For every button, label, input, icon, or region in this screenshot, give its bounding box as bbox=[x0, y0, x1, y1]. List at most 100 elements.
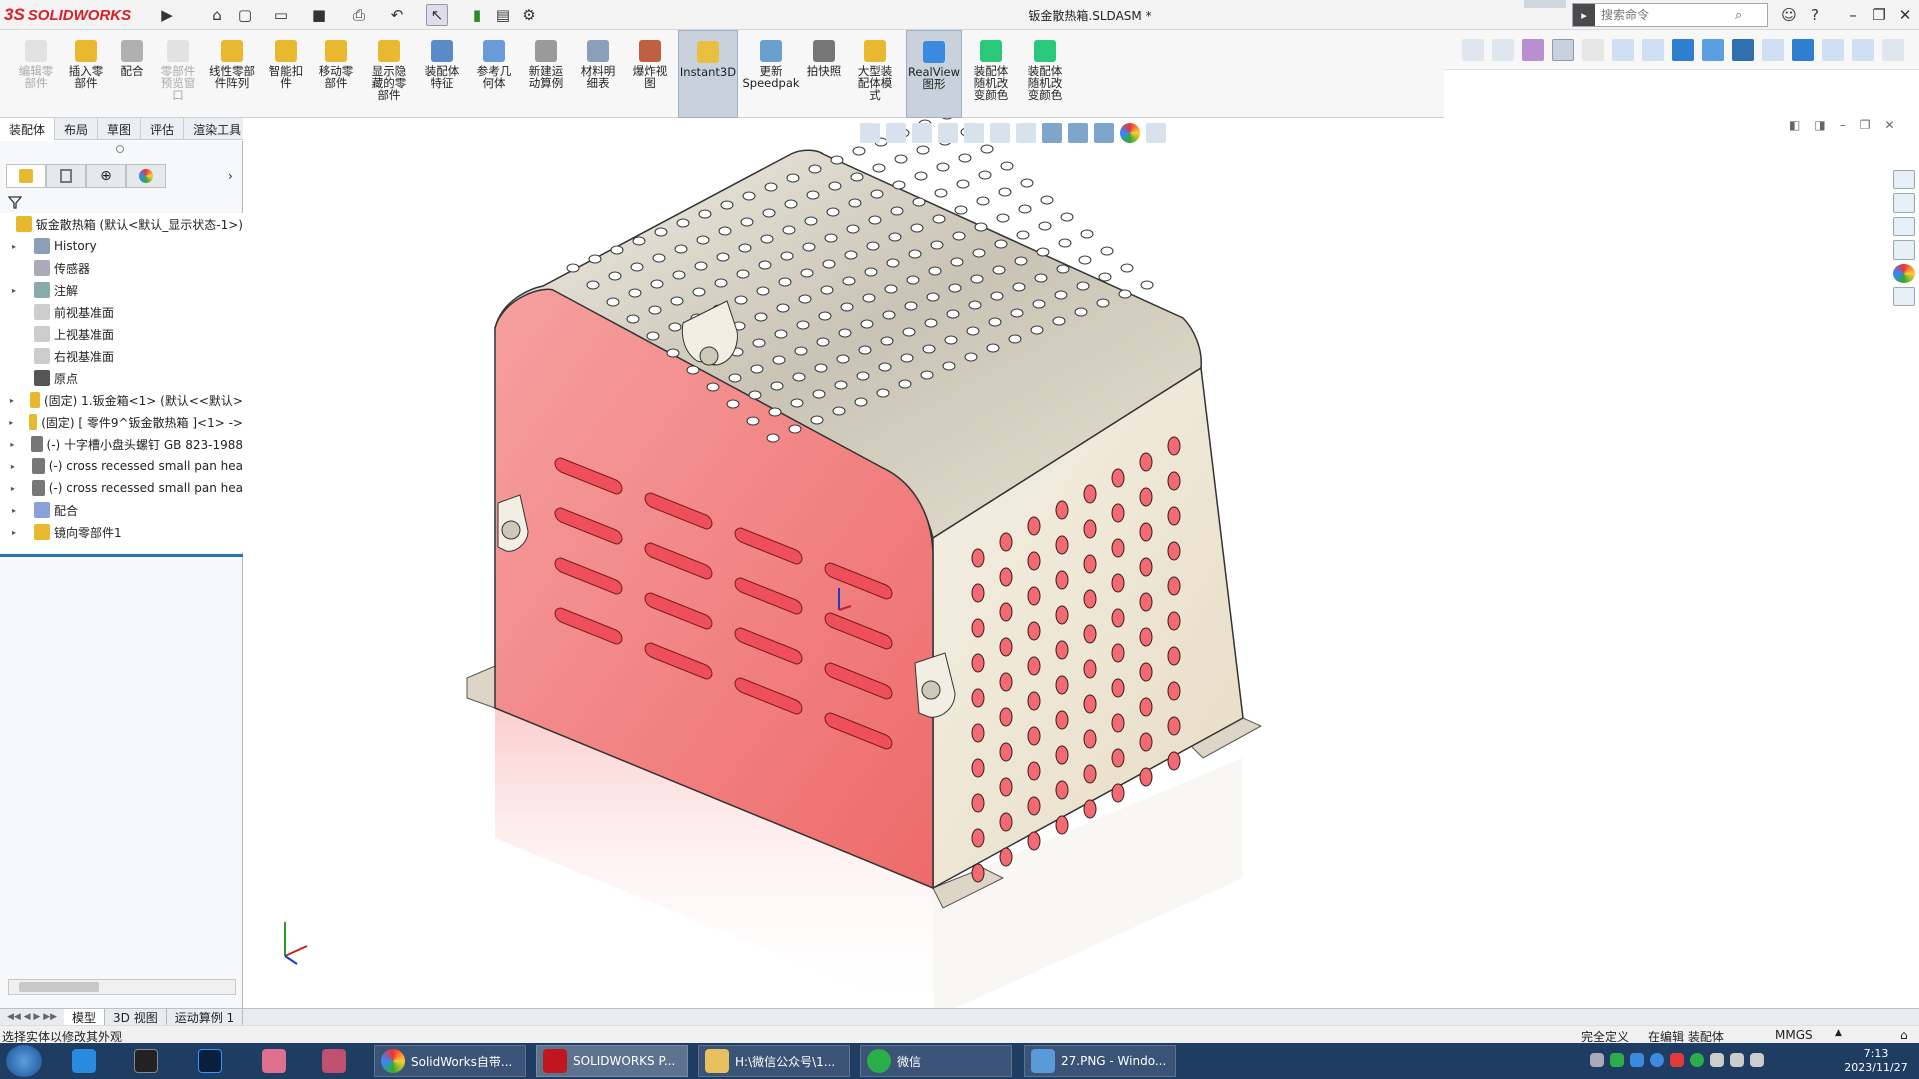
filter-edges-icon[interactable] bbox=[1492, 38, 1514, 61]
user-icon[interactable]: ☺ bbox=[1778, 4, 1800, 26]
ribbon-button-19[interactable]: 装配体 随机改 变颜色 bbox=[1020, 30, 1070, 118]
ribbon-button-5[interactable]: 智能扣 件 bbox=[264, 30, 308, 118]
view-orientation-icon[interactable] bbox=[990, 123, 1010, 143]
tab-1[interactable]: 布局 bbox=[55, 118, 99, 140]
tree-item[interactable]: 传感器 bbox=[0, 257, 243, 279]
scroll-thumb[interactable] bbox=[19, 982, 99, 992]
expand-arrow-icon[interactable]: ▸ bbox=[8, 440, 17, 449]
solidworks-resources-icon[interactable] bbox=[1893, 170, 1915, 190]
tab-0[interactable]: 装配体 bbox=[0, 118, 56, 140]
filter-faces-icon[interactable] bbox=[1522, 38, 1544, 61]
tree-filter-icon[interactable] bbox=[8, 193, 30, 211]
ribbon-button-16[interactable]: 大型装 配体模 式 bbox=[848, 30, 902, 118]
zoom-to-fit-icon[interactable] bbox=[860, 123, 880, 143]
curve-icon[interactable] bbox=[1762, 38, 1784, 61]
tree-item[interactable]: 右视基准面 bbox=[0, 345, 243, 367]
units-chevron-icon[interactable]: ▲ bbox=[1835, 1028, 1842, 1038]
hide-show-items-icon[interactable] bbox=[1042, 123, 1062, 143]
select-tool-icon[interactable] bbox=[1552, 38, 1574, 61]
ribbon-button-1[interactable]: 插入零 部件 bbox=[64, 30, 108, 118]
sketch-point-icon[interactable] bbox=[1822, 38, 1844, 61]
close-icon[interactable]: ✕ bbox=[1894, 4, 1916, 26]
tree-horizontal-scrollbar[interactable] bbox=[8, 979, 236, 995]
action-center-icon[interactable] bbox=[1750, 1053, 1764, 1067]
viewport-next-icon[interactable]: ◨ bbox=[1814, 118, 1825, 136]
tab-2[interactable]: 草图 bbox=[98, 118, 142, 140]
start-button-icon[interactable] bbox=[6, 1045, 42, 1077]
minimize-icon[interactable]: – bbox=[1842, 4, 1864, 26]
apply-scene-icon[interactable] bbox=[1094, 123, 1114, 143]
panel-more-chevron-icon[interactable]: › bbox=[228, 169, 233, 183]
body-icon[interactable] bbox=[1732, 38, 1754, 61]
file-explorer-icon[interactable] bbox=[1893, 216, 1915, 237]
taskbar-app-explorer[interactable]: H:\微信公众号\1... bbox=[698, 1045, 850, 1077]
custom-properties-icon[interactable] bbox=[1893, 286, 1915, 306]
tree-item[interactable]: ▸ (-) cross recessed small pan hea bbox=[0, 477, 243, 499]
display-pane-icon[interactable] bbox=[1146, 123, 1166, 143]
model-tab-2[interactable]: 运动算例 1 bbox=[167, 1008, 244, 1026]
ribbon-button-8[interactable]: 装配体 特征 bbox=[418, 30, 466, 118]
tree-item[interactable]: ▸ (固定) 1.钣金箱<1> (默认<<默认> bbox=[0, 389, 243, 411]
volume-icon[interactable] bbox=[1730, 1053, 1744, 1067]
expand-arrow-icon[interactable]: ▸ bbox=[8, 418, 15, 427]
axis-icon[interactable] bbox=[1642, 38, 1664, 61]
view-settings-icon[interactable] bbox=[1120, 123, 1140, 143]
viewport-minimize-icon[interactable]: – bbox=[1840, 118, 1846, 136]
search-icon[interactable]: ⌕ bbox=[1735, 8, 1742, 23]
search-mode-icon[interactable]: ▸ bbox=[1573, 4, 1595, 26]
edit-appearance-icon[interactable] bbox=[1068, 123, 1088, 143]
viewport-close-icon[interactable]: ✕ bbox=[1884, 118, 1894, 136]
display-style-icon[interactable] bbox=[1016, 123, 1036, 143]
search-box[interactable]: ▸ ⌕ bbox=[1572, 3, 1768, 27]
rollback-bar[interactable] bbox=[0, 554, 243, 557]
point-icon[interactable] bbox=[1612, 38, 1634, 61]
viewport-restore-icon[interactable]: ❐ bbox=[1860, 118, 1871, 136]
display-manager-tab-icon[interactable] bbox=[126, 164, 166, 188]
wechat-tray-icon[interactable] bbox=[1610, 1053, 1624, 1067]
expand-arrow-icon[interactable]: ▸ bbox=[8, 462, 18, 471]
network-icon[interactable] bbox=[1710, 1053, 1724, 1067]
ribbon-button-0[interactable]: 编辑零 部件 bbox=[12, 30, 60, 118]
ribbon-button-18[interactable]: 装配体 随机改 变颜色 bbox=[966, 30, 1016, 118]
previous-view-icon[interactable] bbox=[912, 123, 932, 143]
tree-item[interactable]: ▸ 镜向零部件1 bbox=[0, 521, 243, 543]
tooltip-toggle-icon[interactable]: ⌂ bbox=[1900, 1028, 1908, 1042]
ribbon-button-4[interactable]: 线性零部 件阵列 bbox=[204, 30, 260, 118]
feature-manager-tab-icon[interactable] bbox=[6, 164, 46, 188]
clock[interactable]: 7:13 2023/11/27 bbox=[1836, 1047, 1916, 1075]
filter-icon[interactable] bbox=[1462, 38, 1484, 61]
lasso-icon[interactable] bbox=[1582, 38, 1604, 61]
model-view[interactable] bbox=[243, 118, 1919, 1008]
tree-item[interactable]: ▸ (固定) [ 零件9^钣金散热箱 ]<1> -> bbox=[0, 411, 243, 433]
units-selector[interactable]: MMGS bbox=[1775, 1028, 1813, 1042]
taskbar-app-solidworks-tutorial[interactable]: SolidWorks自带... bbox=[374, 1045, 526, 1077]
tree-item[interactable]: ▸ (-) cross recessed small pan hea bbox=[0, 455, 243, 477]
search-input[interactable] bbox=[1595, 8, 1735, 22]
dimension-icon[interactable] bbox=[1792, 38, 1814, 61]
expand-arrow-icon[interactable]: ▸ bbox=[8, 286, 20, 295]
zoom-to-area-icon[interactable] bbox=[886, 123, 906, 143]
ribbon-button-12[interactable]: 爆炸视 图 bbox=[626, 30, 674, 118]
sketch-segment-icon[interactable] bbox=[1852, 38, 1874, 61]
tab-4[interactable]: 渲染工具 bbox=[184, 118, 252, 140]
taskbar-app-wechat[interactable]: 微信 bbox=[860, 1045, 1012, 1077]
model-tab-0[interactable]: 模型 bbox=[64, 1008, 106, 1026]
section-view-icon[interactable] bbox=[938, 123, 958, 143]
appearances-icon[interactable] bbox=[1893, 263, 1915, 283]
taskbar-app-solidworks[interactable]: SOLIDWORKS P... bbox=[536, 1045, 688, 1077]
ribbon-button-11[interactable]: 材料明 细表 bbox=[574, 30, 622, 118]
ok-app-icon[interactable] bbox=[134, 1049, 158, 1073]
ribbon-button-10[interactable]: 新建运 动算例 bbox=[522, 30, 570, 118]
dynamic-annotation-icon[interactable] bbox=[964, 123, 984, 143]
face-icon[interactable] bbox=[1702, 38, 1724, 61]
help-icon[interactable]: ? bbox=[1804, 4, 1826, 26]
expand-arrow-icon[interactable]: ▸ bbox=[8, 528, 20, 537]
tree-item[interactable]: ▸ 注解 bbox=[0, 279, 243, 301]
ribbon-button-9[interactable]: 参考几 何体 bbox=[470, 30, 518, 118]
viewport-prev-icon[interactable]: ◧ bbox=[1789, 118, 1800, 136]
tab-3[interactable]: 评估 bbox=[141, 118, 185, 140]
design-library-icon[interactable] bbox=[1893, 193, 1915, 213]
expand-arrow-icon[interactable]: ▸ bbox=[8, 484, 18, 493]
security-tray-icon[interactable] bbox=[1670, 1053, 1684, 1067]
expand-arrow-icon[interactable]: ▸ bbox=[8, 242, 20, 251]
